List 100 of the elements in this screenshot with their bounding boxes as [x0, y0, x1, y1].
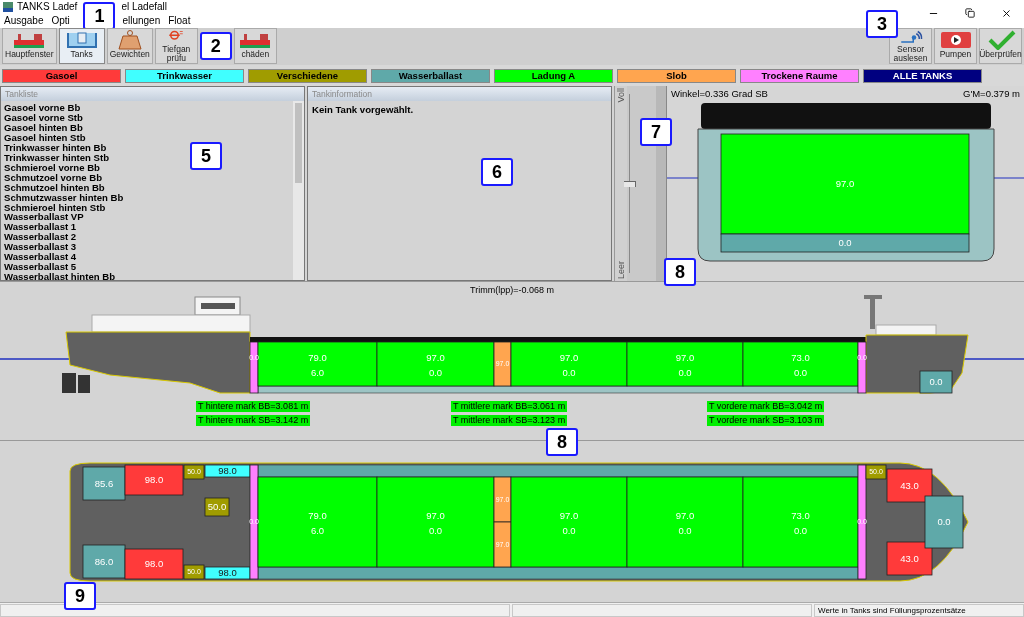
- draft-mark: T mittlere mark SB=3.123 m: [451, 415, 568, 427]
- tank-list-item[interactable]: Schmieroel vorne Bb: [4, 162, 100, 173]
- tank[interactable]: [204, 464, 251, 478]
- status-message: Werte in Tanks sind Füllungsprozentsätze: [814, 604, 1024, 617]
- trim-reading: Trimm(lpp)=-0.068 m: [470, 285, 554, 296]
- tank-value: 0.0: [562, 367, 576, 379]
- slider-thumb[interactable]: [623, 180, 636, 187]
- tank[interactable]: [857, 464, 867, 580]
- menu-item[interactable]: Opti: [51, 14, 70, 26]
- slider-label: Leer: [615, 261, 626, 280]
- tank-value: 85.6: [94, 477, 114, 489]
- tank-list-item[interactable]: Gasoel hinten Bb: [4, 123, 83, 134]
- callout-number: 5: [190, 142, 222, 170]
- tank-list-item[interactable]: Gasoel hinten Stb: [4, 133, 86, 144]
- tank-value: 43.0: [900, 479, 919, 491]
- toolbar-button[interactable]: chäden: [233, 28, 277, 64]
- tank[interactable]: [204, 566, 251, 580]
- tank-list-item[interactable]: Gasoel vorne Bb: [4, 103, 81, 114]
- tank[interactable]: [626, 342, 744, 387]
- tank-type-button[interactable]: Ladung A: [494, 68, 613, 83]
- tank-type-button[interactable]: Wasserballast: [371, 68, 490, 83]
- tank-type-button[interactable]: ALLE TANKS: [863, 68, 982, 83]
- tank-value: 0.0: [937, 516, 951, 528]
- tank-list-item[interactable]: Wasserballast 1: [4, 222, 77, 233]
- tank[interactable]: [257, 476, 378, 568]
- toolbar-button[interactable]: Pumpen: [934, 28, 977, 64]
- tank-list-item[interactable]: Schmieroel hinten Stb: [4, 202, 106, 213]
- tank-value: 0.0: [428, 367, 443, 379]
- tank-list-item[interactable]: Schmutzoel hinten Bb: [4, 182, 105, 193]
- heel-angle: Winkel=0.336 Grad SB: [671, 88, 768, 100]
- tank-type-button[interactable]: Trockene Raume: [740, 68, 859, 83]
- tank-list-item[interactable]: Wasserballast 2: [4, 232, 77, 243]
- tank-list-item[interactable]: Wasserballast hinten Bb: [4, 271, 116, 281]
- tank-type-button[interactable]: Slob: [617, 68, 736, 83]
- tank[interactable]: [249, 464, 259, 580]
- tank[interactable]: [376, 342, 495, 387]
- tank[interactable]: [82, 466, 126, 501]
- menu-item[interactable]: ellungen: [122, 14, 161, 26]
- tank[interactable]: [124, 548, 184, 580]
- callout-number: 8: [664, 258, 696, 286]
- tank-value: 79.0: [308, 352, 327, 364]
- menu-item[interactable]: Ausgabe: [4, 14, 44, 26]
- tank-value: 97.0: [426, 352, 445, 364]
- tank[interactable]: [626, 476, 744, 568]
- tank[interactable]: [742, 476, 859, 568]
- toolbar-button[interactable]: Überprüfen: [979, 28, 1022, 64]
- draft-mark: T mittlere mark BB=3.061 m: [451, 401, 568, 413]
- tank[interactable]: [886, 541, 933, 576]
- toolbar-button[interactable]: Tanks: [58, 28, 105, 64]
- tank[interactable]: [376, 476, 495, 568]
- tank[interactable]: [886, 468, 933, 503]
- tank-list-item[interactable]: Wasserballast 3: [4, 242, 77, 253]
- tank-list-item[interactable]: Trinkwasser hinten Bb: [4, 143, 107, 153]
- tank[interactable]: [919, 371, 953, 394]
- toolbar-button[interactable]: Gewichten: [106, 28, 153, 64]
- tank-list-item[interactable]: Schmutzoel vorne Bb: [4, 172, 103, 183]
- tank-type-button[interactable]: Trinkwasser: [125, 68, 244, 83]
- tank[interactable]: [82, 544, 126, 579]
- tank-list-item[interactable]: Wasserballast 4: [4, 252, 77, 262]
- scrollbar[interactable]: [293, 101, 304, 281]
- tank-list-item[interactable]: Wasserballast 5: [4, 261, 77, 272]
- tank[interactable]: [924, 495, 964, 549]
- app-icon: [3, 1, 13, 12]
- tank[interactable]: [257, 342, 378, 387]
- tank-value: 98.0: [218, 465, 237, 477]
- tank[interactable]: [510, 342, 628, 387]
- tank[interactable]: [183, 464, 205, 480]
- tank-value: 86.0: [94, 555, 114, 567]
- tank-value: 98.0: [144, 474, 164, 486]
- tank-value: 0.0: [428, 525, 443, 536]
- panel-title: Tankliste: [1, 87, 304, 102]
- tank[interactable]: [124, 464, 184, 496]
- tank-value: 97.0: [835, 178, 855, 190]
- menu-item[interactable]: Float: [168, 14, 191, 26]
- tank[interactable]: [183, 564, 205, 580]
- tank[interactable]: [865, 464, 887, 480]
- tank-value: 97.0: [675, 510, 695, 521]
- tank[interactable]: [249, 342, 259, 394]
- tank-list-item[interactable]: Schmutzwasser hinten Bb: [4, 192, 124, 203]
- callout-number: 6: [481, 158, 513, 186]
- callout-number: 7: [640, 118, 672, 146]
- toolbar-button[interactable]: Hauptfenster: [2, 28, 57, 64]
- tank-value: 98.0: [218, 567, 237, 579]
- draft-mark: T vordere mark BB=3.042 m: [707, 401, 825, 413]
- pump-icon: [938, 30, 973, 50]
- tank[interactable]: [742, 342, 859, 387]
- close-icon[interactable]: [1001, 8, 1012, 19]
- callout-number: 9: [64, 582, 96, 610]
- tank-type-button[interactable]: Verschiedene: [248, 68, 367, 83]
- tank-value: 73.0: [791, 510, 810, 521]
- tank-value: 43.0: [900, 552, 919, 564]
- tank-list-item[interactable]: Gasoel vorne Stb: [4, 113, 83, 124]
- tank[interactable]: [510, 476, 628, 568]
- tank-list-item[interactable]: Wasserballast VP: [4, 212, 84, 223]
- restore-icon[interactable]: [965, 8, 975, 18]
- toolbar-button[interactable]: Sensor auslesen: [889, 28, 932, 64]
- tank-type-button[interactable]: Gasoel: [2, 68, 121, 83]
- toolbar-button[interactable]: Tiefgan prüfu: [154, 28, 198, 64]
- tank-value: 97.0: [559, 510, 579, 521]
- tank-list-item[interactable]: Trinkwasser hinten Stb: [4, 153, 110, 163]
